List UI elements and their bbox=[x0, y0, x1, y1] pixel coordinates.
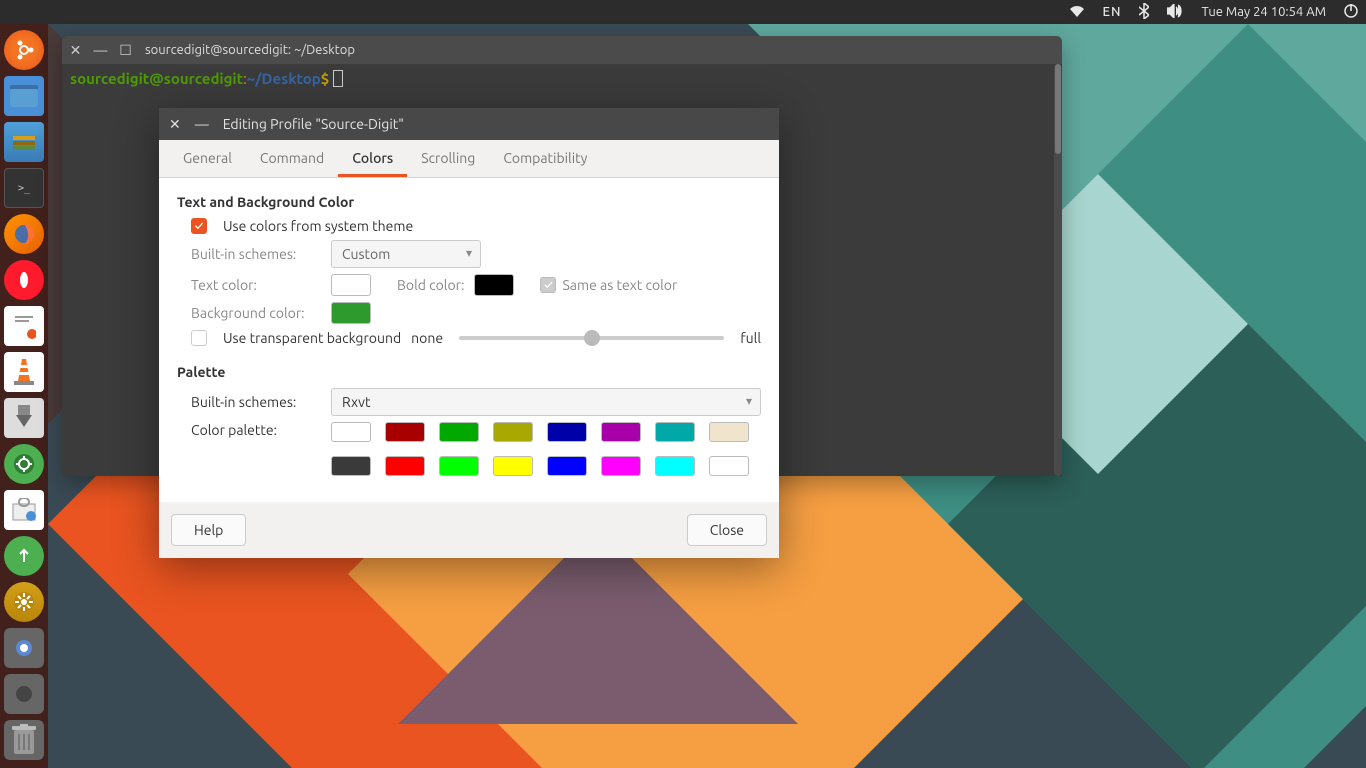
palette-swatch-10[interactable] bbox=[439, 456, 479, 476]
palette-swatch-0[interactable] bbox=[331, 422, 371, 442]
close-icon[interactable]: ✕ bbox=[169, 116, 181, 133]
clock[interactable]: Tue May 24 10:54 AM bbox=[1201, 5, 1326, 19]
text-color-swatch bbox=[331, 274, 371, 296]
screenshot-icon[interactable] bbox=[4, 444, 44, 484]
bold-color-label: Bold color: bbox=[397, 277, 464, 293]
dialog-titlebar[interactable]: ✕ — Editing Profile "Source-Digit" bbox=[159, 108, 779, 140]
minimize-icon[interactable]: — bbox=[195, 116, 209, 132]
tab-command[interactable]: Command bbox=[246, 140, 338, 177]
text-editor-icon[interactable] bbox=[4, 306, 44, 346]
close-icon[interactable]: ✕ bbox=[70, 45, 81, 56]
section-palette: Palette bbox=[177, 364, 761, 380]
browser-icon[interactable] bbox=[4, 260, 44, 300]
palette-swatch-5[interactable] bbox=[601, 422, 641, 442]
terminal-scrollbar[interactable] bbox=[1054, 64, 1062, 476]
tab-scrolling[interactable]: Scrolling bbox=[407, 140, 489, 177]
file-manager-icon[interactable] bbox=[4, 122, 44, 162]
palette-swatch-1[interactable] bbox=[385, 422, 425, 442]
tab-compatibility[interactable]: Compatibility bbox=[489, 140, 601, 177]
terminal-titlebar[interactable]: ✕ — ☐ sourcedigit@sourcedigit: ~/Desktop bbox=[62, 36, 1062, 64]
top-panel: EN Tue May 24 10:54 AM bbox=[0, 0, 1366, 24]
transmission-icon[interactable] bbox=[4, 398, 44, 438]
palette-swatch-7[interactable] bbox=[709, 422, 749, 442]
background-color-label: Background color: bbox=[191, 305, 321, 321]
text-color-label: Text color: bbox=[191, 277, 321, 293]
minimize-icon[interactable]: — bbox=[95, 45, 106, 56]
firefox-icon[interactable] bbox=[4, 214, 44, 254]
maximize-icon[interactable]: ☐ bbox=[120, 45, 131, 56]
close-button[interactable]: Close bbox=[687, 514, 767, 546]
builtin-schemes-select: Custom bbox=[331, 240, 481, 268]
app-icon-1[interactable] bbox=[4, 628, 44, 668]
palette-swatch-13[interactable] bbox=[601, 456, 641, 476]
wifi-icon[interactable] bbox=[1069, 5, 1085, 20]
section-text-bg: Text and Background Color bbox=[177, 194, 761, 210]
bold-color-swatch bbox=[474, 274, 514, 296]
tab-content-colors: Text and Background Color Use colors fro… bbox=[159, 178, 779, 502]
slider-none-label: none bbox=[411, 330, 443, 346]
terminal-launcher-icon[interactable]: >_ bbox=[4, 168, 44, 208]
transparency-slider bbox=[459, 336, 724, 340]
help-button[interactable]: Help bbox=[171, 514, 246, 546]
terminal-title: sourcedigit@sourcedigit: ~/Desktop bbox=[145, 43, 355, 57]
volume-icon[interactable] bbox=[1167, 4, 1183, 21]
prompt-path: ~/Desktop bbox=[247, 70, 321, 87]
language-indicator[interactable]: EN bbox=[1103, 5, 1122, 19]
use-transparent-checkbox[interactable] bbox=[191, 330, 207, 346]
usb-creator-icon[interactable] bbox=[4, 536, 44, 576]
palette-swatch-12[interactable] bbox=[547, 456, 587, 476]
vlc-icon[interactable] bbox=[4, 352, 44, 392]
bluetooth-icon[interactable] bbox=[1139, 3, 1149, 22]
tab-colors[interactable]: Colors bbox=[338, 140, 407, 177]
files-icon[interactable] bbox=[4, 76, 44, 116]
tab-general[interactable]: General bbox=[169, 140, 246, 177]
palette-swatch-15[interactable] bbox=[709, 456, 749, 476]
session-icon[interactable] bbox=[1344, 4, 1358, 21]
prompt-at: @ bbox=[149, 70, 164, 87]
palette-swatch-14[interactable] bbox=[655, 456, 695, 476]
dash-icon[interactable] bbox=[4, 30, 44, 70]
prompt-user: sourcedigit bbox=[70, 70, 149, 87]
launcher-dock: >_ bbox=[0, 24, 48, 768]
slider-full-label: full bbox=[740, 330, 761, 346]
dialog-title: Editing Profile "Source-Digit" bbox=[223, 116, 404, 132]
palette-swatch-8[interactable] bbox=[331, 456, 371, 476]
palette-swatch-11[interactable] bbox=[493, 456, 533, 476]
prompt-dollar: $ bbox=[321, 70, 329, 87]
app-icon-2[interactable] bbox=[4, 674, 44, 714]
palette-swatch-9[interactable] bbox=[385, 456, 425, 476]
background-color-swatch bbox=[331, 302, 371, 324]
use-system-theme-label: Use colors from system theme bbox=[223, 218, 413, 234]
terminal-body[interactable]: sourcedigit@sourcedigit:~/Desktop$ bbox=[62, 64, 1062, 93]
palette-swatch-6[interactable] bbox=[655, 422, 695, 442]
palette-grid bbox=[331, 422, 749, 476]
software-center-icon[interactable] bbox=[4, 490, 44, 530]
dialog-footer: Help Close bbox=[159, 502, 779, 558]
palette-swatch-2[interactable] bbox=[439, 422, 479, 442]
use-transparent-label: Use transparent background bbox=[223, 330, 401, 346]
palette-swatch-4[interactable] bbox=[547, 422, 587, 442]
same-as-text-label: Same as text color bbox=[562, 277, 677, 293]
palette-builtin-label: Built-in schemes: bbox=[191, 394, 321, 410]
use-system-theme-checkbox[interactable] bbox=[191, 218, 207, 234]
palette-builtin-select[interactable]: Rxvt bbox=[331, 388, 761, 416]
profile-dialog: ✕ — Editing Profile "Source-Digit" Gener… bbox=[159, 108, 779, 558]
prompt-host: sourcedigit bbox=[164, 70, 243, 87]
palette-swatch-3[interactable] bbox=[493, 422, 533, 442]
builtin-schemes-label: Built-in schemes: bbox=[191, 246, 321, 262]
tab-strip: General Command Colors Scrolling Compati… bbox=[159, 140, 779, 178]
settings-icon[interactable] bbox=[4, 582, 44, 622]
trash-icon[interactable] bbox=[4, 720, 44, 760]
same-as-text-checkbox bbox=[540, 277, 556, 293]
color-palette-label: Color palette: bbox=[191, 422, 321, 438]
terminal-cursor bbox=[333, 70, 343, 87]
